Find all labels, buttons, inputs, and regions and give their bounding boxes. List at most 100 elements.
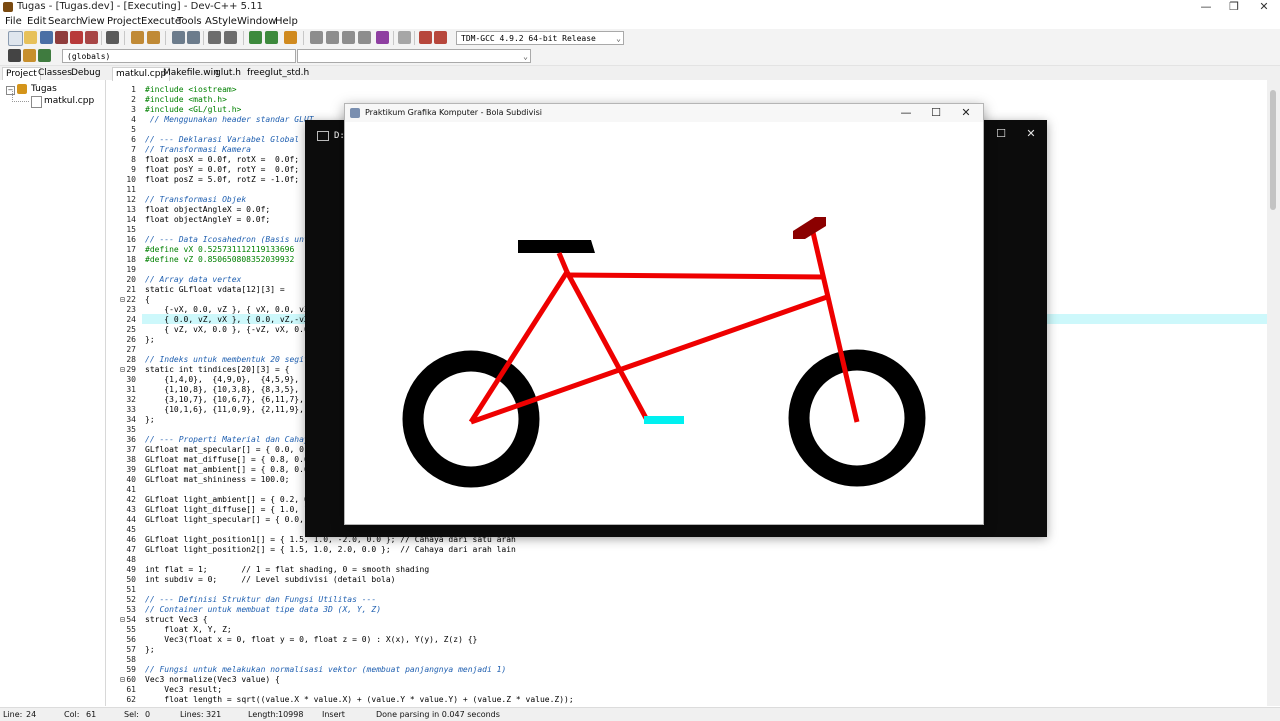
line-number: 59 [126,665,136,674]
line-number: 28 [126,355,136,364]
project-icon[interactable] [284,31,297,44]
menu-execute[interactable]: Execute [141,16,181,27]
fold-toggle-icon[interactable]: ⊟ [120,295,125,304]
menu-astyle[interactable]: AStyle [205,16,237,27]
check-syntax-icon[interactable] [376,31,389,44]
glut-maximize-button[interactable]: ☐ [921,104,951,122]
line-number: 49 [126,565,136,574]
code-line: // Container untuk membuat tipe data 3D … [145,605,382,614]
code-line: #include <math.h> [145,95,227,104]
code-line: static GLfloat vdata[12][3] = [145,285,285,294]
print-icon[interactable] [106,31,119,44]
toolbar-separator [243,31,244,45]
glut-close-button[interactable]: ✕ [951,104,981,122]
replace-icon[interactable] [187,31,200,44]
line-number: 25 [126,325,136,334]
fold-toggle-icon[interactable]: ⊟ [120,675,125,684]
member-select[interactable]: ⌄ [297,49,531,63]
menu-window[interactable]: Window [237,16,276,27]
toggle-icon[interactable] [23,49,36,62]
status-length-label: Length: [248,710,279,719]
code-line: float posZ = 5.0f, rotZ = -1.0f; [145,175,300,184]
undo-icon[interactable] [131,31,144,44]
stop-execution-icon[interactable] [398,31,411,44]
compiler-select[interactable]: TDM-GCC 4.9.2 64-bit Release ⌄ [456,31,624,45]
line-number: 53 [126,605,136,614]
toggle-bookmark-icon[interactable] [265,31,278,44]
cpp-file-icon [31,96,42,108]
goto-line-icon[interactable] [249,31,262,44]
code-line: Vec3 normalize(Vec3 value) { [145,675,280,684]
restore-button[interactable]: ❐ [1220,0,1248,15]
window-title: Tugas - [Tugas.dev] - [Executing] - Dev-… [17,1,263,12]
status-sel-label: Sel: [124,710,139,719]
line-number: 37 [126,445,136,454]
console-close-button[interactable]: ✕ [1018,126,1044,142]
line-number: 22 [126,295,136,304]
profile-chart-icon[interactable] [419,31,432,44]
line-number: 55 [126,625,136,634]
code-line: float posX = 0.0f, rotX = 0.0f; [145,155,300,164]
line-number: 14 [126,215,136,224]
compile-run-icon[interactable] [342,31,355,44]
insert-icon[interactable] [8,49,21,62]
unindent-icon[interactable] [224,31,237,44]
status-sel-value: 0 [145,710,151,719]
goto-icon[interactable] [38,49,51,62]
find-icon[interactable] [172,31,185,44]
tab-freeglut-std-h[interactable]: freeglut_std.h [244,67,312,80]
close-all-icon[interactable] [85,31,98,44]
fold-toggle-icon[interactable]: ⊟ [120,365,125,374]
menu-file[interactable]: File [5,16,22,27]
debug-icon[interactable] [434,31,447,44]
run-icon[interactable] [326,31,339,44]
tree-file-matkul[interactable]: matkul.cpp [44,96,94,106]
save-all-icon[interactable] [55,31,68,44]
close-file-icon[interactable] [70,31,83,44]
compile-icon[interactable] [310,31,323,44]
rebuild-icon[interactable] [358,31,371,44]
code-line: struct Vec3 { [145,615,208,624]
save-icon[interactable] [40,31,53,44]
console-maximize-button[interactable]: ☐ [988,126,1014,142]
code-line: GLfloat light_diffuse[] = { 1.0, 1. [145,505,314,514]
menu-edit[interactable]: Edit [27,16,46,27]
menu-bar: File Edit Search View Project Execute To… [0,15,1280,29]
indent-icon[interactable] [208,31,221,44]
line-number: 56 [126,635,136,644]
tab-debug[interactable]: Debug [68,67,104,80]
code-line: #define vZ 0.850650808352039932 [145,255,295,264]
open-folder-icon[interactable] [24,31,37,44]
status-insert-mode: Insert [322,710,345,719]
code-line: GLfloat mat_diffuse[] = { 0.8, 0.6, [145,455,314,464]
tree-project-tugas[interactable]: Tugas [31,84,57,94]
fold-toggle-icon[interactable]: ⊟ [120,615,125,624]
scope-select[interactable]: (globals) [62,49,296,63]
code-line: // Indeks untuk membentuk 20 segitiga [145,355,324,364]
code-line: GLfloat light_position2[] = { 1.5, 1.0, … [145,545,516,554]
menu-search[interactable]: Search [48,16,82,27]
new-file-icon[interactable] [8,31,23,46]
seat-stay [564,270,650,422]
line-number: 19 [126,265,136,274]
code-line: }; [145,645,155,654]
tab-glut-h[interactable]: glut.h [212,67,244,80]
glut-window[interactable]: Praktikum Grafika Komputer - Bola Subdiv… [344,103,984,525]
menu-tools[interactable]: Tools [177,16,202,27]
line-number: 31 [126,385,136,394]
redo-icon[interactable] [147,31,160,44]
code-line: // Transformasi Objek [145,195,247,204]
close-button[interactable]: ✕ [1250,0,1278,15]
minimize-button[interactable]: — [1192,0,1220,15]
line-number: 32 [126,395,136,404]
bicycle-seat [518,240,595,253]
menu-view[interactable]: View [81,16,105,27]
code-line: int flat = 1; // 1 = flat shading, 0 = s… [145,565,430,574]
line-number: 30 [126,375,136,384]
menu-project[interactable]: Project [107,16,141,27]
scrollbar-thumb[interactable] [1270,90,1276,210]
glut-minimize-button[interactable]: — [891,104,921,122]
menu-help[interactable]: Help [275,16,298,27]
line-number: 42 [126,495,136,504]
code-line: // Array data vertex [145,275,242,284]
